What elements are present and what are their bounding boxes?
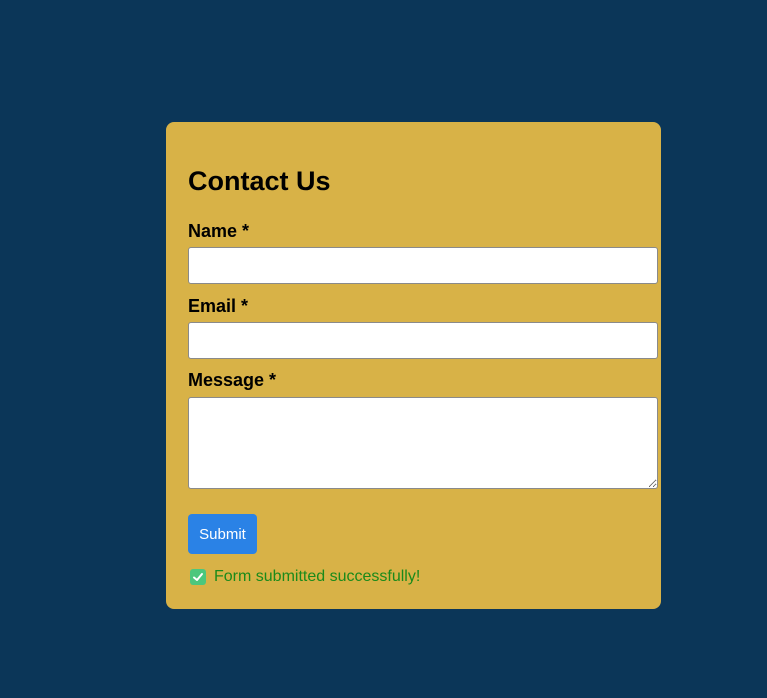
name-input[interactable]: [188, 247, 658, 284]
success-message-text: Form submitted successfully!: [214, 568, 421, 585]
submit-button[interactable]: Submit: [188, 514, 257, 554]
message-textarea[interactable]: [188, 397, 658, 489]
message-label: Message *: [188, 370, 277, 390]
email-label: Email *: [188, 296, 249, 316]
form-title: Contact Us: [188, 166, 331, 196]
check-box-icon: [190, 569, 206, 585]
email-input[interactable]: [188, 322, 658, 359]
name-label: Name *: [188, 221, 250, 241]
contact-form-card: Contact Us Name * Email * Message * Subm…: [166, 122, 661, 609]
success-message: Form submitted successfully!: [190, 567, 420, 587]
